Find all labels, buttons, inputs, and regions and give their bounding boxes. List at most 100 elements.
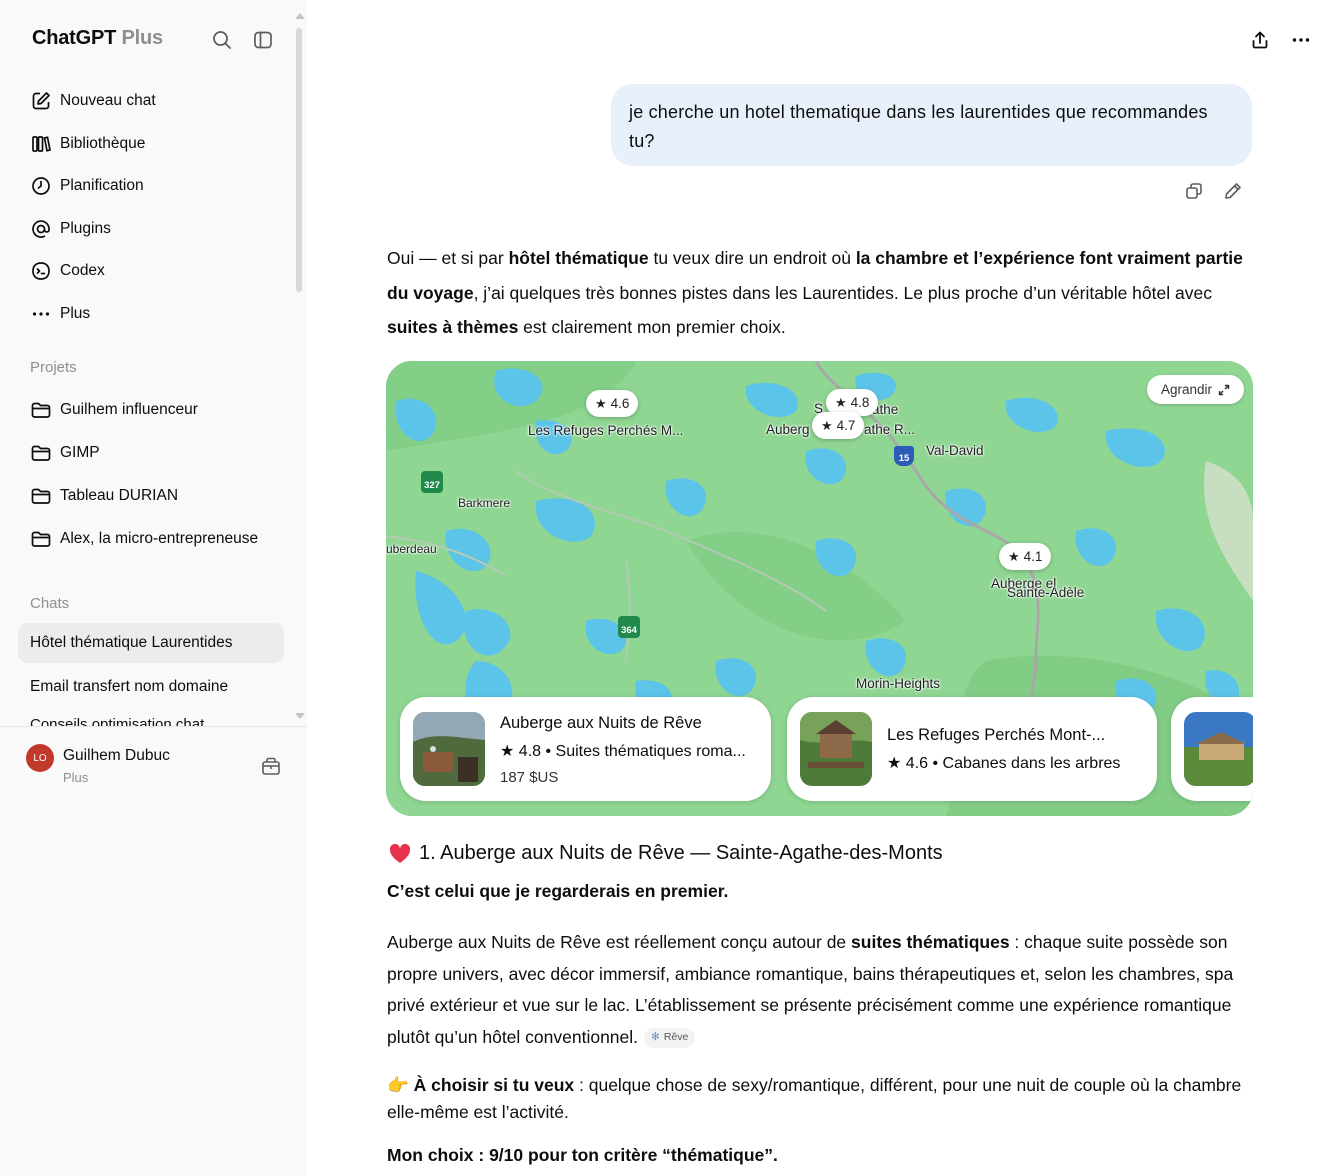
chat-label: Hôtel thématique Laurentides	[30, 634, 233, 651]
place-card-rating: 4.8	[518, 743, 542, 760]
place-card[interactable]: Les Refuges Perchés Mont-... ★ 4.6 • Cab…	[787, 697, 1157, 801]
sidebar: ChatGPT Plus Nouveau chat Bibliothèque P…	[0, 0, 307, 1176]
user-plan: Plus	[63, 770, 89, 785]
share-icon[interactable]	[1248, 28, 1272, 52]
route-shield: 327	[421, 471, 443, 493]
project-label: Tableau DURIAN	[60, 487, 179, 504]
gift-icon[interactable]	[260, 755, 282, 782]
place-card-desc: Cabanes dans les arbres	[942, 755, 1121, 772]
chat-item-partial[interactable]: Conseils optimisation chat	[30, 716, 280, 726]
more-options-icon[interactable]	[1289, 28, 1313, 52]
star-icon: ★	[595, 395, 607, 411]
project-item[interactable]: Tableau DURIAN	[30, 482, 178, 510]
nav-planning[interactable]: Planification	[30, 172, 144, 200]
sidebar-toggle-icon[interactable]	[251, 28, 275, 52]
pin-rating: 4.8	[850, 395, 870, 410]
place-thumbnail	[413, 712, 485, 786]
pointing-hand-icon: 👉	[387, 1075, 409, 1095]
project-label: Alex, la micro-entrepreneuse	[60, 530, 259, 547]
paragraph-text: Auberge aux Nuits de Rêve est réellement…	[387, 932, 852, 952]
user-profile[interactable]: LO Guilhem Dubuc Plus	[26, 744, 170, 785]
expand-map-button[interactable]: Agrandir	[1147, 375, 1245, 404]
intro-bold: suites à thèmes	[387, 317, 519, 337]
nav-label: Planification	[60, 177, 144, 194]
nav-more[interactable]: Plus	[30, 300, 90, 328]
intro-text: tu veux dire un endroit où	[648, 248, 856, 268]
place-card-rating: 4.6	[905, 755, 929, 772]
place-card-title: Les Refuges Perchés Mont-...	[887, 726, 1106, 744]
sparkle-icon: ✻	[651, 1031, 660, 1044]
scroll-down-arrow[interactable]	[295, 713, 305, 719]
project-item[interactable]: GIMP	[30, 439, 100, 467]
user-message-bubble: je cherche un hotel thematique dans les …	[611, 84, 1252, 166]
chat-item-active[interactable]: Hôtel thématique Laurentides	[18, 623, 284, 663]
intro-text: est clairement mon premier choix.	[518, 317, 786, 337]
source-chip[interactable]: ✻ Rêve	[644, 1027, 696, 1048]
map-widget[interactable]: Les Refuges Perchés M... Auberg S athe a…	[386, 361, 1253, 816]
nav-label: Plugins	[60, 220, 111, 237]
user-name: Guilhem Dubuc	[63, 747, 170, 764]
map-place-label: Auberg	[766, 422, 810, 437]
sidebar-scrollbar[interactable]	[296, 28, 302, 292]
scroll-up-arrow[interactable]	[295, 13, 305, 19]
map-place-label: uberdeau	[386, 542, 437, 556]
avatar: LO	[26, 744, 54, 772]
map-rating-pin[interactable]: ★ 4.6	[586, 390, 639, 417]
chat-label: Email transfert nom domaine	[30, 678, 229, 695]
app-title-plan: Plus	[121, 27, 164, 49]
project-item[interactable]: Alex, la micro-entrepreneuse	[30, 525, 258, 553]
star-icon: ★	[1008, 548, 1020, 564]
map-place-label: Barkmere	[458, 496, 511, 510]
map-place-label: Les Refuges Perchés M...	[528, 423, 684, 438]
map-rating-pin[interactable]: ★ 4.7	[812, 412, 865, 439]
app-title[interactable]: ChatGPT Plus	[32, 27, 163, 50]
chat-label: Conseils optimisation chat	[30, 716, 205, 726]
section-heading: 1. Auberge aux Nuits de Rêve — Sainte-Ag…	[389, 842, 943, 865]
nav-library[interactable]: Bibliothèque	[30, 130, 145, 158]
user-message-text: je cherche un hotel thematique dans les …	[629, 102, 1208, 151]
nav-new-chat[interactable]: Nouveau chat	[30, 87, 156, 115]
expand-icon	[1218, 384, 1230, 395]
choose-paragraph: 👉 À choisir si tu veux : quelque chose d…	[387, 1072, 1257, 1126]
heart-icon	[389, 843, 411, 863]
expand-label: Agrandir	[1161, 382, 1213, 397]
pin-rating: 4.6	[610, 396, 630, 411]
place-card[interactable]: Auberge aux Nuits de Rêve ★ 4.8 • Suites…	[400, 697, 771, 801]
verdict: Mon choix : 9/10 pour ton critère “théma…	[387, 1145, 778, 1165]
route-shield: 15	[894, 446, 914, 466]
nav-codex[interactable]: Codex	[30, 257, 105, 285]
app-title-name: ChatGPT	[32, 27, 117, 49]
map-place-label: Val-David	[926, 443, 984, 458]
nav-label: Nouveau chat	[60, 92, 156, 109]
star-icon: ★	[835, 394, 847, 410]
pin-rating: 4.7	[836, 418, 856, 433]
section-subtitle: C’est celui que je regarderais en premie…	[387, 881, 729, 901]
nav-plugins[interactable]: Plugins	[30, 215, 111, 243]
at-icon	[32, 220, 50, 238]
library-icon	[32, 136, 51, 152]
map-rating-pin[interactable]: ★ 4.1	[999, 543, 1052, 570]
folder-icon	[31, 531, 51, 547]
folder-icon	[31, 402, 51, 418]
place-thumbnail	[1184, 712, 1253, 786]
search-icon[interactable]	[210, 28, 234, 52]
place-card-price: 187 $US	[500, 769, 559, 786]
intro-text: , j’ai quelques très bonnes pistes dans …	[473, 282, 1212, 303]
project-item[interactable]: Guilhem influenceur	[30, 396, 198, 424]
assistant-intro: Oui — et si par hôtel thématique tu veux…	[387, 241, 1257, 345]
projects-section-label: Projets	[30, 359, 77, 376]
pin-rating: 4.1	[1023, 549, 1043, 564]
place-card-subtitle: ★ 4.8 • Suites thématiques roma...	[500, 743, 746, 760]
edit-message-icon[interactable]	[1221, 179, 1245, 203]
place-thumbnail	[800, 712, 872, 786]
sidebar-divider	[0, 726, 307, 727]
place-card[interactable]	[1171, 697, 1253, 801]
place-card-title: Auberge aux Nuits de Rêve	[500, 714, 702, 732]
star-icon: ★	[500, 743, 519, 760]
chat-item[interactable]: Email transfert nom domaine	[18, 667, 284, 707]
choose-bold: À choisir si tu veux	[413, 1075, 575, 1095]
intro-bold: hôtel thématique	[508, 248, 649, 268]
route-shield: 364	[618, 616, 640, 638]
project-label: Guilhem influenceur	[60, 401, 198, 418]
copy-icon[interactable]	[1182, 179, 1206, 203]
